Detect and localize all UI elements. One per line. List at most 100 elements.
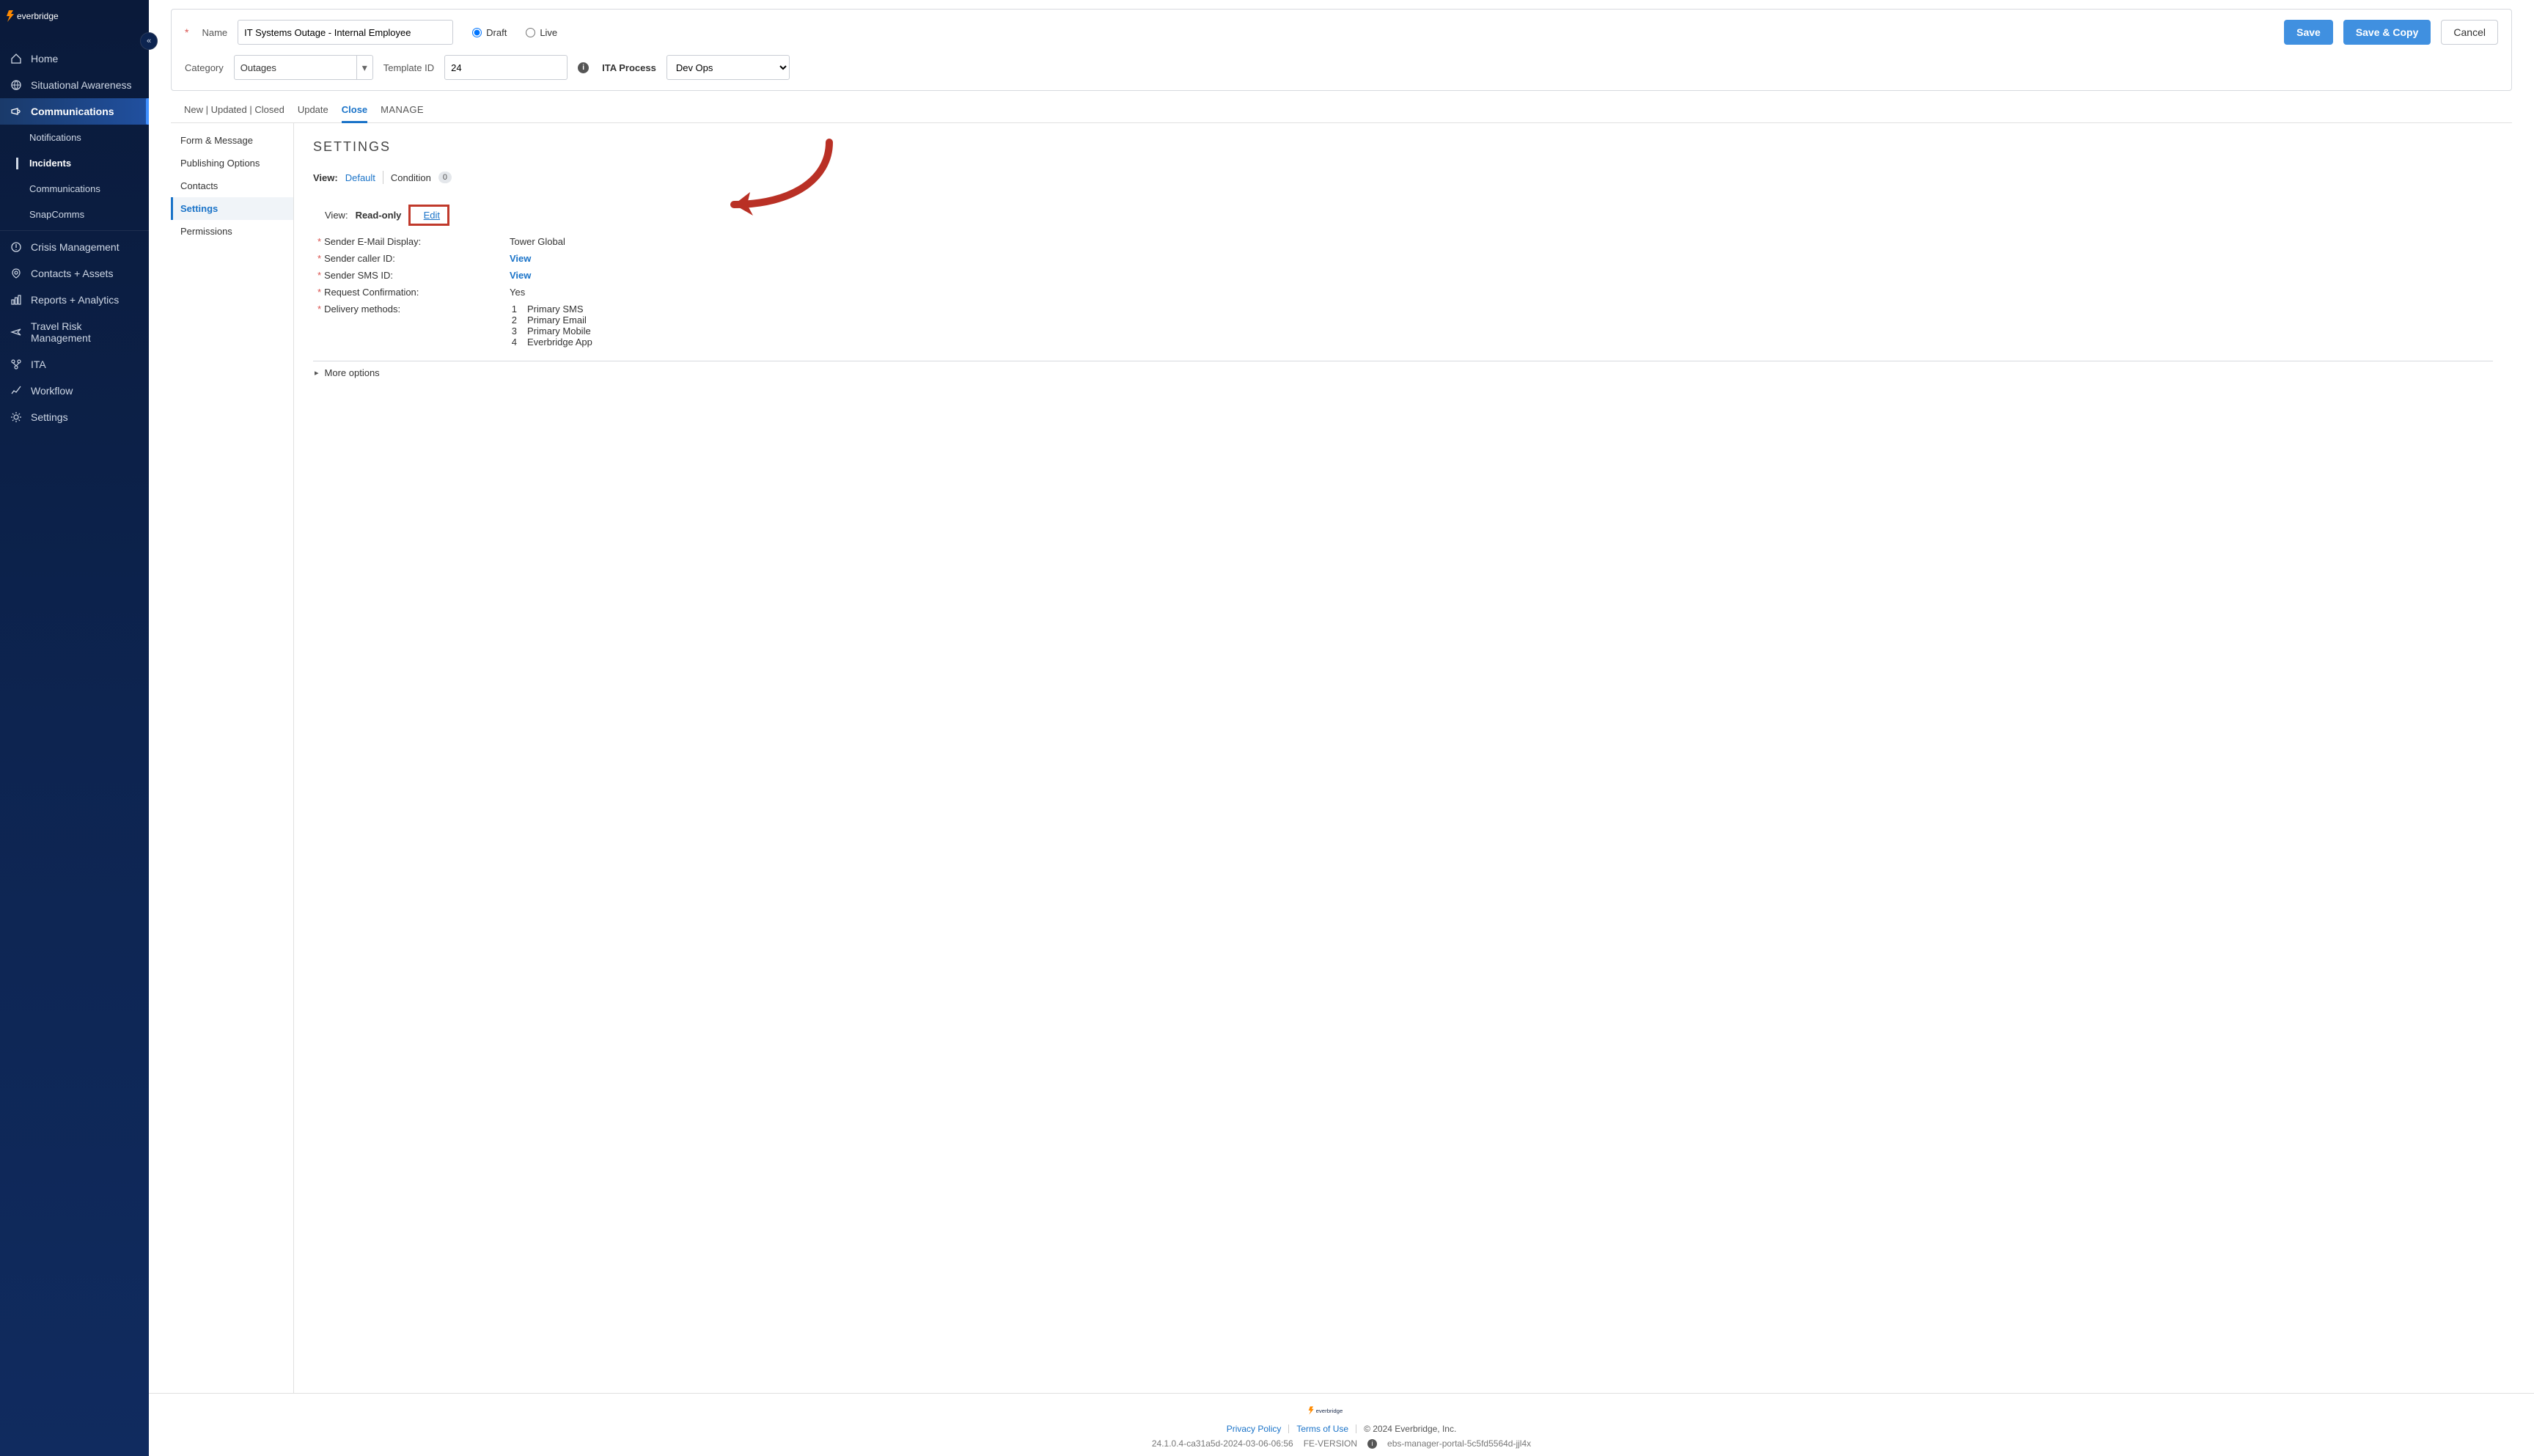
sidebar-item-label: Workflow	[31, 385, 73, 397]
cancel-button[interactable]: Cancel	[2441, 20, 2498, 45]
category-select[interactable]: Outages ▾	[234, 55, 373, 80]
sidebar-nav: Home Situational Awareness Communication…	[0, 32, 149, 1456]
tab-close[interactable]: Close	[342, 104, 367, 122]
chevron-right-icon: ▸	[315, 368, 319, 378]
draft-label: Draft	[486, 27, 507, 38]
sidebar-item-crisis[interactable]: Crisis Management	[0, 234, 149, 260]
sidebar-item-workflow[interactable]: Workflow	[0, 378, 149, 404]
sidebar-item-travel[interactable]: Travel Risk Management	[0, 313, 149, 351]
footer: everbridge Privacy Policy Terms of Use ©…	[149, 1393, 2534, 1456]
copyright-text: © 2024 Everbridge, Inc.	[1364, 1424, 1456, 1434]
sender-sms-label: Sender SMS ID:	[324, 270, 393, 281]
sender-sms-view-link[interactable]: View	[510, 270, 531, 281]
live-radio[interactable]: Live	[526, 27, 557, 38]
fe-version-label: FE-VERSION	[1304, 1438, 1357, 1449]
sidebar-item-notifications[interactable]: Notifications	[0, 125, 149, 150]
sidebar-item-label: Home	[31, 53, 58, 65]
chart-icon	[10, 294, 22, 306]
tab-update[interactable]: Update	[298, 104, 328, 122]
globe-icon	[10, 79, 22, 91]
sender-caller-view-link[interactable]: View	[510, 253, 531, 264]
tab-new-updated-closed[interactable]: New | Updated | Closed	[184, 104, 284, 122]
more-options-label: More options	[325, 367, 380, 378]
dm-num: 2	[510, 315, 517, 326]
leftnav-contacts[interactable]: Contacts	[171, 174, 293, 197]
workflow-icon	[10, 385, 22, 397]
bullhorn-icon	[10, 106, 22, 117]
sidebar-item-label: Communications	[31, 106, 114, 117]
sidebar-item-label: Incidents	[29, 158, 71, 169]
leftnav-form-message[interactable]: Form & Message	[171, 129, 293, 152]
required-asterisk: *	[185, 26, 188, 38]
privacy-link[interactable]: Privacy Policy	[1227, 1424, 1282, 1434]
sidebar-item-situational[interactable]: Situational Awareness	[0, 72, 149, 98]
alert-icon	[10, 241, 22, 253]
ita-process-select[interactable]: Dev Ops	[666, 55, 790, 80]
sidebar-item-label: Crisis Management	[31, 241, 120, 253]
category-value: Outages	[235, 62, 356, 73]
draft-radio[interactable]: Draft	[472, 27, 507, 38]
sidebar-item-sub-communications[interactable]: Communications	[0, 176, 149, 202]
chevron-down-icon: ▾	[356, 56, 372, 79]
info-icon[interactable]: i	[578, 62, 589, 73]
tab-manage[interactable]: MANAGE	[381, 104, 424, 122]
sender-caller-label: Sender caller ID:	[324, 253, 395, 264]
plane-icon	[10, 326, 22, 338]
sender-email-label: Sender E-Mail Display:	[324, 236, 421, 247]
svg-text:everbridge: everbridge	[17, 11, 59, 21]
sidebar: everbridge « Home Situational Awareness …	[0, 0, 149, 1456]
sidebar-item-label: SnapComms	[29, 209, 84, 220]
sidebar-item-incidents[interactable]: Incidents	[0, 150, 149, 176]
terms-link[interactable]: Terms of Use	[1296, 1424, 1348, 1434]
view-default-link[interactable]: Default	[345, 172, 375, 183]
home-icon	[10, 53, 22, 65]
sidebar-item-label: ITA	[31, 359, 46, 370]
view-label: View:	[313, 172, 338, 183]
sidebar-item-label: Contacts + Assets	[31, 268, 113, 279]
edit-link[interactable]: Edit	[424, 210, 440, 221]
settings-left-nav: Form & Message Publishing Options Contac…	[171, 123, 294, 1393]
leftnav-permissions[interactable]: Permissions	[171, 220, 293, 243]
pin-icon	[10, 268, 22, 279]
sidebar-item-label: Notifications	[29, 132, 81, 143]
dm-value: Everbridge App	[527, 337, 592, 348]
sidebar-item-settings[interactable]: Settings	[0, 404, 149, 430]
gear-icon	[10, 411, 22, 423]
more-options-toggle[interactable]: ▸ More options	[313, 367, 2493, 378]
dm-num: 3	[510, 326, 517, 337]
sidebar-item-label: Reports + Analytics	[31, 294, 119, 306]
everbridge-logo: everbridge	[0, 0, 149, 32]
name-label: Name	[202, 27, 227, 38]
branch-icon	[10, 359, 22, 370]
build-version: 24.1.0.4-ca31a5d-2024-03-06-06:56	[1152, 1438, 1293, 1449]
ita-process-label: ITA Process	[602, 62, 656, 73]
sidebar-item-home[interactable]: Home	[0, 45, 149, 72]
sender-email-value: Tower Global	[510, 236, 565, 247]
sidebar-item-ita[interactable]: ITA	[0, 351, 149, 378]
info-icon[interactable]: i	[1367, 1439, 1377, 1449]
sidebar-item-label: Settings	[31, 411, 68, 423]
leftnav-publishing[interactable]: Publishing Options	[171, 152, 293, 174]
request-conf-value: Yes	[510, 287, 525, 298]
sidebar-item-snapcomms[interactable]: SnapComms	[0, 202, 149, 227]
sidebar-item-communications[interactable]: Communications	[0, 98, 149, 125]
sidebar-item-reports[interactable]: Reports + Analytics	[0, 287, 149, 313]
dm-value: Primary SMS	[527, 304, 584, 315]
save-copy-button[interactable]: Save & Copy	[2343, 20, 2431, 45]
viewmode-label: View:	[325, 210, 348, 221]
dm-value: Primary Email	[527, 315, 587, 326]
request-conf-label: Request Confirmation:	[324, 287, 419, 298]
viewmode-value: Read-only	[356, 210, 402, 221]
leftnav-settings[interactable]: Settings	[171, 197, 293, 220]
sidebar-item-label: Situational Awareness	[31, 79, 132, 91]
save-button[interactable]: Save	[2284, 20, 2333, 45]
sidebar-item-contacts[interactable]: Contacts + Assets	[0, 260, 149, 287]
name-input[interactable]	[238, 20, 453, 45]
template-id-input[interactable]	[444, 55, 568, 80]
main-content: * Name Draft Live Save Save & Copy Can	[149, 0, 2534, 1456]
dm-value: Primary Mobile	[527, 326, 591, 337]
tabs: New | Updated | Closed Update Close MANA…	[171, 91, 2512, 123]
sidebar-item-label: Communications	[29, 183, 100, 194]
condition-count-badge: 0	[438, 172, 452, 183]
separator	[1288, 1424, 1289, 1433]
